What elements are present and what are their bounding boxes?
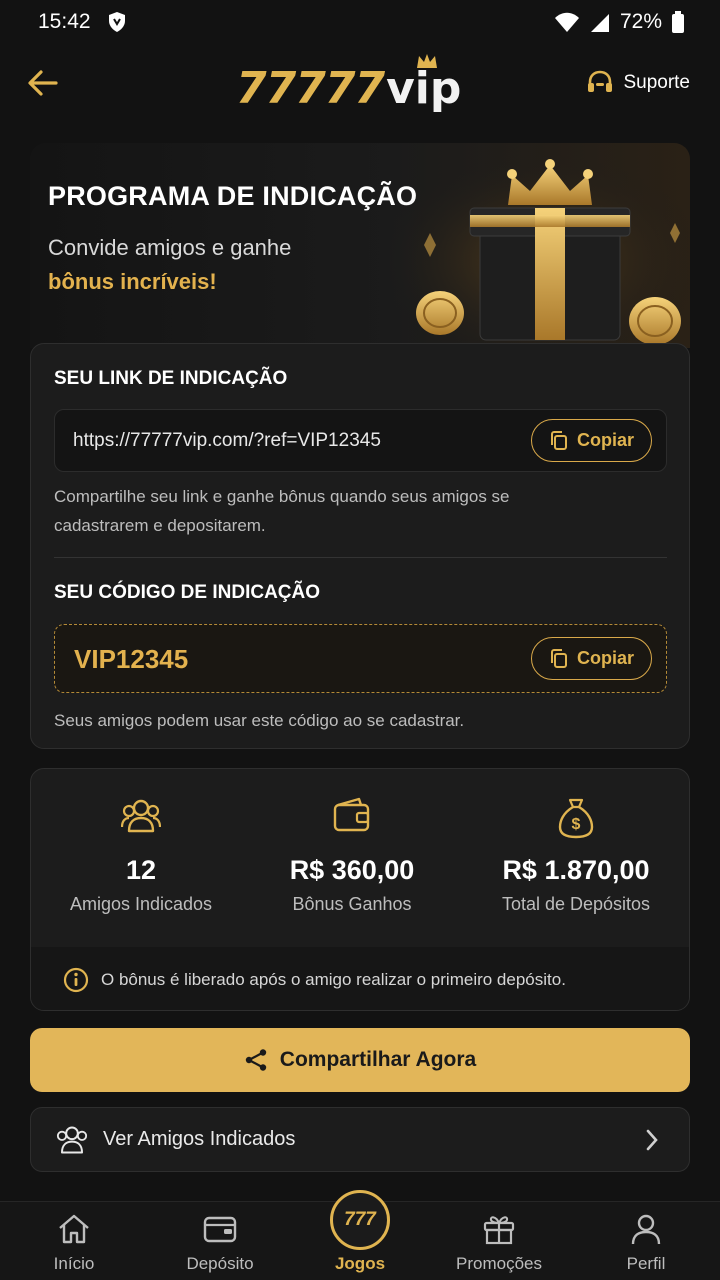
nav-profile[interactable]: Perfil [586, 1212, 706, 1274]
support-button[interactable]: Suporte [585, 68, 690, 98]
money-bag-icon: $ [558, 798, 594, 839]
support-label: Suporte [623, 72, 690, 93]
back-arrow-icon[interactable] [26, 66, 60, 100]
wifi-icon [554, 12, 579, 32]
referral-code: VIP12345 [74, 644, 189, 674]
home-icon [59, 1214, 89, 1244]
referral-code-field[interactable]: VIP12345 Copiar [54, 624, 667, 693]
stat-label: Amigos Indicados [69, 894, 213, 914]
referral-card: SEU LINK DE INDICAÇÃO https://77777vip.c… [30, 343, 690, 749]
divider [54, 557, 667, 558]
bottom-navigation: Início Depósito 777 Jogos Promoções Perf… [0, 1190, 720, 1280]
hero-title: PROGRAMA DE INDICAÇÃO [48, 181, 418, 211]
chevron-right-icon [646, 1129, 658, 1151]
stat-deposits: $ R$ 1.870,00 Total de Depósitos [466, 797, 686, 915]
nav-games-label[interactable]: Jogos [300, 1254, 420, 1274]
code-section-title: SEU CÓDIGO DE INDICAÇÃO [54, 582, 321, 603]
share-icon [245, 1049, 266, 1071]
status-bar: 15:42 72% [0, 0, 720, 44]
user-icon [631, 1214, 661, 1245]
nav-promotions[interactable]: Promoções [439, 1212, 559, 1274]
nav-games-button[interactable]: 777 [330, 1190, 390, 1250]
stat-friends: 12 Amigos Indicados [31, 797, 251, 915]
gift-icon [483, 1216, 515, 1245]
gift-box-illustration [390, 153, 690, 348]
app-header: 77777 vip Suporte [0, 52, 720, 116]
copy-icon [550, 648, 567, 668]
battery-icon [672, 11, 684, 33]
status-time: 15:42 [38, 10, 91, 33]
crown-icon [417, 54, 438, 68]
stat-value: R$ 360,00 [289, 855, 415, 885]
svg-text:$: $ [572, 816, 581, 833]
nav-home[interactable]: Início [14, 1212, 134, 1274]
referral-stats-card: 12 Amigos Indicados R$ 360,00 Bônus Ganh… [30, 768, 690, 1011]
stat-value: R$ 1.870,00 [502, 855, 650, 885]
stat-label: Bônus Ganhos [292, 894, 412, 914]
wallet-icon [333, 797, 370, 832]
share-now-button[interactable]: Compartilhar Agora [30, 1028, 690, 1092]
copy-link-button[interactable]: Copiar [531, 419, 652, 462]
copy-code-button[interactable]: Copiar [531, 637, 652, 680]
nav-deposit[interactable]: Depósito [160, 1212, 280, 1274]
signal-icon [590, 14, 609, 32]
info-icon [63, 967, 89, 992]
wallet-icon [203, 1216, 237, 1243]
copy-icon [550, 430, 567, 450]
view-referred-friends-row[interactable]: Ver Amigos Indicados [30, 1107, 690, 1172]
link-description: Compartilhe seu link e ganhe bônus quand… [54, 487, 510, 535]
code-description: Seus amigos podem usar este código ao se… [54, 711, 465, 730]
hero-subtitle-highlight: bônus incríveis! [48, 269, 217, 294]
link-section-title: SEU LINK DE INDICAÇÃO [54, 368, 288, 389]
users-icon [56, 1126, 88, 1153]
shield-icon [108, 12, 125, 32]
bonus-info-note: O bônus é liberado após o amigo realizar… [31, 947, 689, 1010]
battery-percent: 72% [619, 10, 662, 33]
hero-subtitle: Convide amigos e ganhe [48, 235, 292, 260]
stat-bonus: R$ 360,00 Bônus Ganhos [242, 797, 462, 915]
users-icon [121, 799, 161, 833]
referral-link-url: https://77777vip.com/?ref=VIP12345 [73, 430, 381, 451]
view-friends-label: Ver Amigos Indicados [103, 1128, 296, 1150]
stat-label: Total de Depósitos [501, 894, 651, 914]
referral-hero-banner: PROGRAMA DE INDICAÇÃO Convide amigos e g… [30, 143, 690, 348]
brand-logo: 77777 vip [236, 54, 461, 114]
headset-icon [588, 70, 613, 92]
stat-value: 12 [125, 855, 157, 885]
referral-link-field[interactable]: https://77777vip.com/?ref=VIP12345 Copia… [54, 409, 667, 472]
